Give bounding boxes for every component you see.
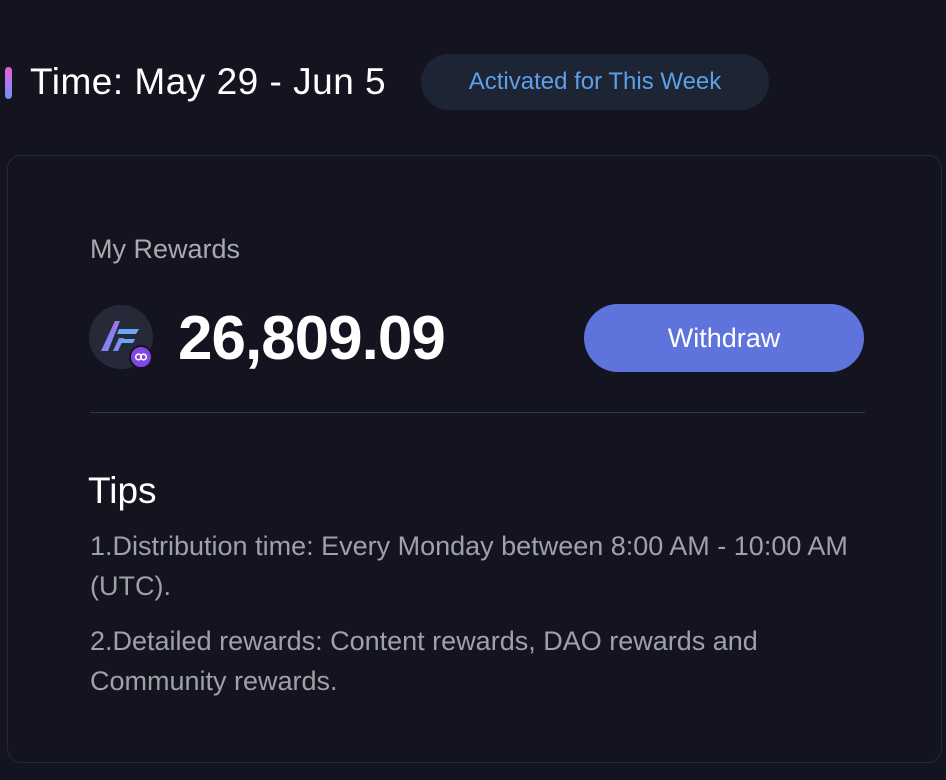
rewards-card: My Rewards 26,809.09 Withdraw Tips 1.Dis… xyxy=(7,155,942,763)
polygon-chain-icon xyxy=(129,345,153,369)
token-logo-icon xyxy=(89,305,153,369)
tip-item: 1.Distribution time: Every Monday betwee… xyxy=(90,531,848,601)
section-divider xyxy=(90,412,865,413)
tips-heading: Tips xyxy=(88,470,157,511)
title-accent-bar xyxy=(5,67,12,99)
time-period-title: Time: May 29 - Jun 5 xyxy=(30,61,387,102)
rewards-page: Time: May 29 - Jun 5 Activated for This … xyxy=(0,0,946,780)
tip-item: 2.Detailed rewards: Content rewards, DAO… xyxy=(90,626,758,696)
chain-link-glyph xyxy=(134,353,148,361)
withdraw-button[interactable]: Withdraw xyxy=(584,304,864,372)
my-rewards-label: My Rewards xyxy=(90,234,241,264)
reward-amount: 26,809.09 xyxy=(178,304,446,373)
activation-status-badge: Activated for This Week xyxy=(421,54,769,110)
